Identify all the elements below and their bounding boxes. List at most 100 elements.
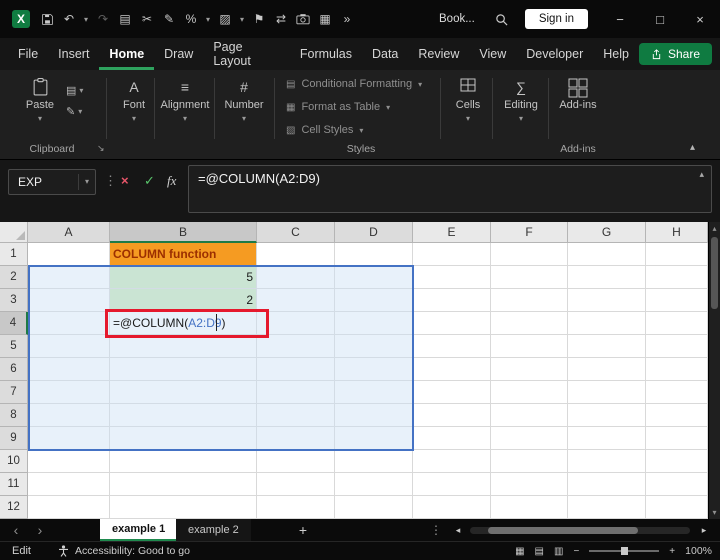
sheet-tab-example-2[interactable]: example 2 — [176, 519, 251, 541]
minimize-button[interactable]: − — [600, 0, 640, 38]
menu-view[interactable]: View — [469, 38, 516, 70]
row-header-9[interactable]: 9 — [0, 427, 28, 450]
sheet-tab-example-1[interactable]: example 1 — [100, 519, 178, 541]
menu-draw[interactable]: Draw — [154, 38, 203, 70]
fill-chevron-icon[interactable]: ▾ — [236, 0, 248, 38]
column-header-g[interactable]: G — [568, 222, 646, 243]
menu-insert[interactable]: Insert — [48, 38, 99, 70]
share-button[interactable]: Share — [638, 43, 712, 65]
row-header-7[interactable]: 7 — [0, 381, 28, 404]
menu-developer[interactable]: Developer — [516, 38, 593, 70]
menu-home[interactable]: Home — [99, 38, 155, 70]
cells-group-button[interactable]: Cells ▾ — [444, 78, 492, 123]
horizontal-scrollbar[interactable] — [470, 527, 690, 534]
addins-button[interactable]: Add-ins — [550, 78, 606, 111]
more-commands-icon[interactable]: » — [336, 0, 358, 38]
sheetbar-dots-icon[interactable]: ⋮ — [430, 519, 442, 541]
row-header-10[interactable]: 10 — [0, 450, 28, 473]
cell-styles-button[interactable]: ▧ Cell Styles ▾ — [286, 124, 363, 136]
percent-style-icon[interactable]: % — [180, 0, 202, 38]
column-header-e[interactable]: E — [413, 222, 491, 243]
enter-button[interactable]: ✓ — [144, 173, 155, 189]
row-header-3[interactable]: 3 — [0, 289, 28, 312]
next-sheet-button[interactable]: › — [30, 519, 50, 541]
column-header-f[interactable]: F — [491, 222, 568, 243]
excel-logo-icon[interactable]: X — [12, 10, 30, 28]
alignment-group-button[interactable]: ≡ Alignment ▾ — [156, 78, 214, 123]
add-sheet-button[interactable]: + — [292, 519, 314, 541]
menu-review[interactable]: Review — [408, 38, 469, 70]
close-button[interactable]: × — [680, 0, 720, 38]
vertical-scrollbar-thumb[interactable] — [711, 237, 718, 309]
redo-icon[interactable]: ↷ — [92, 0, 114, 38]
insert-function-button[interactable]: fx — [167, 173, 176, 189]
zoom-slider[interactable] — [589, 547, 660, 555]
row-header-11[interactable]: 11 — [0, 473, 28, 496]
normal-view-icon[interactable]: ▦ — [515, 546, 524, 557]
column-header-h[interactable]: H — [646, 222, 708, 243]
menu-page-layout[interactable]: Page Layout — [203, 38, 290, 70]
clipboard-dialog-launcher-icon[interactable]: ↘ — [97, 143, 105, 154]
page-break-view-icon[interactable]: ▥ — [554, 546, 563, 557]
row-header-2[interactable]: 2 — [0, 266, 28, 289]
merge-icon[interactable]: ⇄ — [270, 0, 292, 38]
fill-color-icon[interactable]: ▨ — [214, 0, 236, 38]
column-header-a[interactable]: A — [28, 222, 110, 243]
vertical-scrollbar[interactable]: ▴ ▾ — [708, 222, 720, 519]
formula-bar-collapse-icon[interactable]: ▴ — [699, 169, 704, 180]
search-icon[interactable] — [491, 0, 513, 38]
undo-chevron-icon[interactable]: ▾ — [80, 0, 92, 38]
page-layout-view-icon[interactable]: ▤ — [535, 546, 544, 557]
scroll-down-icon[interactable]: ▾ — [709, 508, 720, 517]
select-all-corner[interactable] — [0, 222, 28, 243]
zoom-level[interactable]: 100% — [685, 545, 712, 557]
column-header-d[interactable]: D — [335, 222, 413, 243]
horizontal-scrollbar-thumb[interactable] — [488, 527, 638, 534]
format-as-table-button[interactable]: ▦ Format as Table ▾ — [286, 101, 390, 113]
cut-icon[interactable]: ✂ — [136, 0, 158, 38]
format-painter-icon[interactable]: ✎ — [158, 0, 180, 38]
percent-chevron-icon[interactable]: ▾ — [202, 0, 214, 38]
row-header-12[interactable]: 12 — [0, 496, 28, 519]
formula-bar-dots-icon[interactable]: ⋮ — [104, 173, 117, 189]
zoom-out-button[interactable]: − — [573, 546, 579, 557]
editing-group-button[interactable]: ∑ Editing ▾ — [494, 78, 548, 123]
menu-data[interactable]: Data — [362, 38, 408, 70]
ribbon-collapse-chevron-icon[interactable]: ▴ — [690, 142, 695, 153]
previous-sheet-button[interactable]: ‹ — [6, 519, 26, 541]
borders-icon[interactable]: ▦ — [314, 0, 336, 38]
camera-icon[interactable] — [292, 0, 314, 38]
accessibility-checker[interactable]: Accessibility: Good to go — [58, 542, 190, 560]
cancel-button[interactable]: × — [121, 173, 129, 188]
font-group-button[interactable]: A Font ▾ — [112, 78, 156, 123]
undo-icon[interactable]: ↶ — [58, 0, 80, 38]
zoom-slider-thumb[interactable] — [621, 547, 629, 555]
name-box[interactable]: EXP ▾ — [8, 169, 96, 195]
menu-formulas[interactable]: Formulas — [290, 38, 362, 70]
row-header-6[interactable]: 6 — [0, 358, 28, 381]
sign-in-button[interactable]: Sign in — [524, 9, 588, 29]
name-box-chevron-icon[interactable]: ▾ — [77, 174, 95, 190]
row-header-8[interactable]: 8 — [0, 404, 28, 427]
conditional-formatting-button[interactable]: ▤ Conditional Formatting ▾ — [286, 78, 422, 90]
scroll-up-icon[interactable]: ▴ — [709, 224, 720, 233]
number-group-button[interactable]: # Number ▾ — [218, 78, 270, 123]
row-header-5[interactable]: 5 — [0, 335, 28, 358]
cells-area[interactable]: COLUMN function 5 2 =@COLUMN(A2:D9) — [28, 243, 708, 519]
scroll-left-button[interactable]: ◂ — [450, 519, 466, 541]
copy-icon[interactable]: ▤ — [114, 0, 136, 38]
flag-icon[interactable]: ⚑ — [248, 0, 270, 38]
zoom-in-button[interactable]: + — [669, 546, 675, 557]
column-header-b[interactable]: B — [110, 222, 257, 243]
row-header-4[interactable]: 4 — [0, 312, 28, 335]
column-header-c[interactable]: C — [257, 222, 335, 243]
row-header-1[interactable]: 1 — [0, 243, 28, 266]
paste-button[interactable]: Paste ▾ — [16, 78, 64, 123]
save-icon[interactable] — [36, 0, 58, 38]
ribbon-format-painter-button[interactable]: ✎ ▾ — [66, 105, 83, 118]
menu-help[interactable]: Help — [593, 38, 639, 70]
formula-input[interactable]: =@COLUMN(A2:D9) ▴ — [188, 165, 712, 213]
restore-button[interactable]: □ — [640, 0, 680, 38]
scroll-right-button[interactable]: ▸ — [696, 519, 712, 541]
menu-file[interactable]: File — [8, 38, 48, 70]
